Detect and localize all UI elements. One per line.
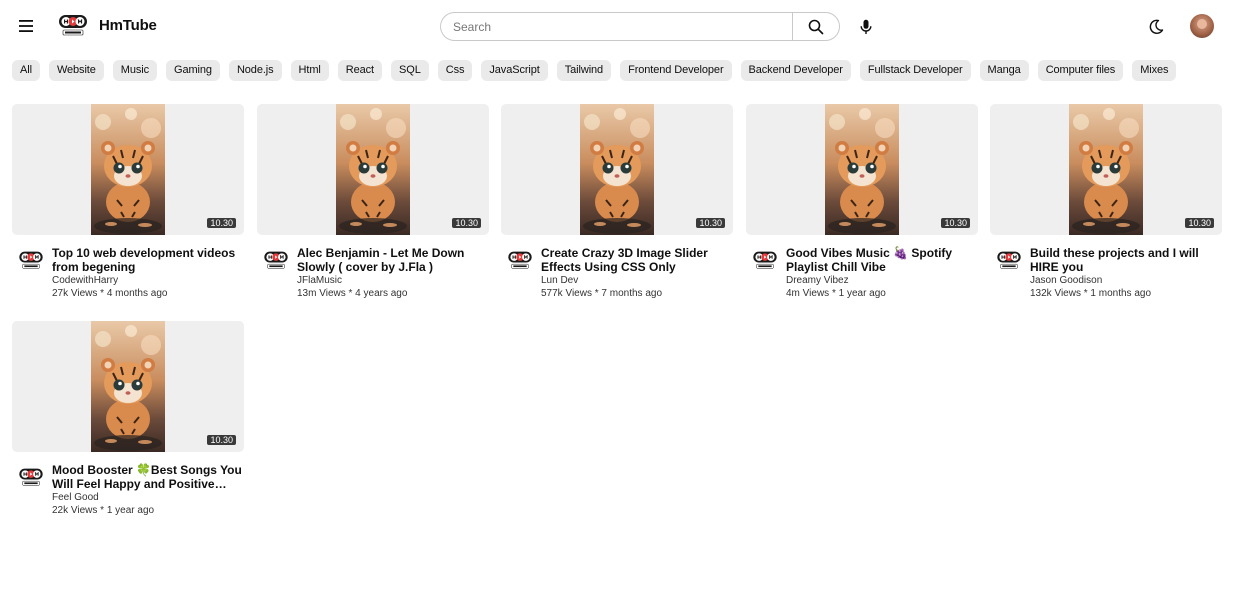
thumbnail-image	[1069, 104, 1143, 235]
thumbnail-image	[825, 104, 899, 235]
video-stats: 27k Views * 4 months ago	[52, 288, 168, 299]
thumbnail-image	[336, 104, 410, 235]
chip-computer-files[interactable]: Computer files	[1037, 60, 1124, 81]
chip-backend-developer[interactable]: Backend Developer	[740, 60, 851, 81]
category-chips: All Website Music Gaming Node.js Html Re…	[12, 60, 1177, 81]
top-header: HmTube	[0, 0, 1234, 52]
channel-avatar[interactable]	[18, 250, 44, 270]
video-thumbnail[interactable]: 10.30	[990, 104, 1222, 235]
channel-avatar[interactable]	[996, 250, 1022, 270]
chip-tailwind[interactable]: Tailwind	[556, 60, 612, 81]
video-duration: 10.30	[207, 218, 236, 228]
video-duration: 10.30	[941, 218, 970, 228]
chip-fullstack-developer[interactable]: Fullstack Developer	[859, 60, 971, 81]
video-card[interactable]: 10.30 Create Crazy 3D Image Slider Effec…	[501, 104, 733, 301]
video-thumbnail[interactable]: 10.30	[12, 104, 244, 235]
logo-icon	[58, 13, 88, 37]
chip-css[interactable]: Css	[437, 60, 473, 81]
channel-name[interactable]: Dreamy Vibez	[786, 275, 978, 287]
video-duration: 10.30	[1185, 218, 1214, 228]
channel-name[interactable]: Jason Goodison	[1030, 275, 1222, 287]
channel-avatar[interactable]	[263, 250, 289, 270]
video-meta: Top 10 web development videos from begen…	[12, 246, 244, 301]
video-stats: 22k Views * 1 year ago	[52, 505, 155, 516]
video-thumbnail[interactable]: 10.30	[257, 104, 489, 235]
theme-toggle-button[interactable]	[1142, 13, 1170, 41]
channel-name[interactable]: Feel Good	[52, 492, 244, 504]
video-meta: Mood Booster 🍀Best Songs You Will Feel H…	[12, 463, 244, 518]
search-bar	[440, 12, 840, 41]
thumbnail-image	[91, 321, 165, 452]
video-thumbnail[interactable]: 10.30	[501, 104, 733, 235]
chip-gaming[interactable]: Gaming	[166, 60, 220, 81]
channel-name[interactable]: JFlaMusic	[297, 275, 489, 287]
app-name: HmTube	[99, 16, 157, 34]
video-title[interactable]: Create Crazy 3D Image Slider Effects Usi…	[541, 246, 733, 274]
mic-icon	[860, 19, 872, 34]
search-icon	[808, 19, 824, 34]
video-meta: Alec Benjamin - Let Me Down Slowly ( cov…	[257, 246, 489, 301]
chip-mixes[interactable]: Mixes	[1132, 60, 1177, 81]
video-stats: 132k Views * 1 months ago	[1030, 288, 1152, 299]
video-stats: 577k Views * 7 months ago	[541, 288, 663, 299]
channel-avatar[interactable]	[507, 250, 533, 270]
search-button[interactable]	[792, 12, 840, 41]
video-title[interactable]: Alec Benjamin - Let Me Down Slowly ( cov…	[297, 246, 489, 274]
video-title[interactable]: Good Vibes Music 🍇 Spotify Playlist Chil…	[786, 246, 978, 274]
moon-icon	[1149, 19, 1164, 34]
menu-button[interactable]	[12, 12, 40, 40]
video-card[interactable]: 10.30 Top 10 web development videos from…	[12, 104, 244, 301]
video-card[interactable]: 10.30 Build these projects and I will HI…	[990, 104, 1222, 301]
chip-html[interactable]: Html	[290, 60, 329, 81]
video-title[interactable]: Build these projects and I will HIRE you	[1030, 246, 1222, 274]
chip-music[interactable]: Music	[112, 60, 158, 81]
video-duration: 10.30	[696, 218, 725, 228]
video-meta: Create Crazy 3D Image Slider Effects Usi…	[501, 246, 733, 301]
chip-manga[interactable]: Manga	[979, 60, 1029, 81]
chip-frontend-developer[interactable]: Frontend Developer	[620, 60, 732, 81]
thumbnail-image	[91, 104, 165, 235]
video-thumbnail[interactable]: 10.30	[746, 104, 978, 235]
video-stats: 13m Views * 4 years ago	[297, 288, 408, 299]
video-meta: Good Vibes Music 🍇 Spotify Playlist Chil…	[746, 246, 978, 301]
chip-all[interactable]: All	[12, 60, 40, 81]
video-title[interactable]: Mood Booster 🍀Best Songs You Will Feel H…	[52, 463, 244, 491]
chip-react[interactable]: React	[337, 60, 383, 81]
chip-nodejs[interactable]: Node.js	[228, 60, 282, 81]
chip-sql[interactable]: SQL	[391, 60, 429, 81]
video-thumbnail[interactable]: 10.30	[12, 321, 244, 452]
video-duration: 10.30	[452, 218, 481, 228]
video-stats: 4m Views * 1 year ago	[786, 288, 886, 299]
app-logo[interactable]: HmTube	[58, 13, 157, 37]
channel-avatar[interactable]	[752, 250, 778, 270]
video-card[interactable]: 10.30 Mood Booster 🍀Best Songs You Will …	[12, 321, 244, 518]
channel-name[interactable]: Lun Dev	[541, 275, 733, 287]
chip-website[interactable]: Website	[48, 60, 104, 81]
voice-search-button[interactable]	[852, 13, 880, 41]
video-card[interactable]: 10.30 Alec Benjamin - Let Me Down Slowly…	[257, 104, 489, 301]
menu-icon	[19, 20, 33, 32]
video-title[interactable]: Top 10 web development videos from begen…	[52, 246, 244, 274]
user-avatar[interactable]	[1190, 14, 1214, 38]
video-duration: 10.30	[207, 435, 236, 445]
thumbnail-image	[580, 104, 654, 235]
channel-avatar[interactable]	[18, 467, 44, 487]
chip-javascript[interactable]: JavaScript	[481, 60, 548, 81]
video-meta: Build these projects and I will HIRE you…	[990, 246, 1222, 301]
search-input[interactable]	[440, 12, 792, 41]
video-card[interactable]: 10.30 Good Vibes Music 🍇 Spotify Playlis…	[746, 104, 978, 301]
channel-name[interactable]: CodewithHarry	[52, 275, 244, 287]
